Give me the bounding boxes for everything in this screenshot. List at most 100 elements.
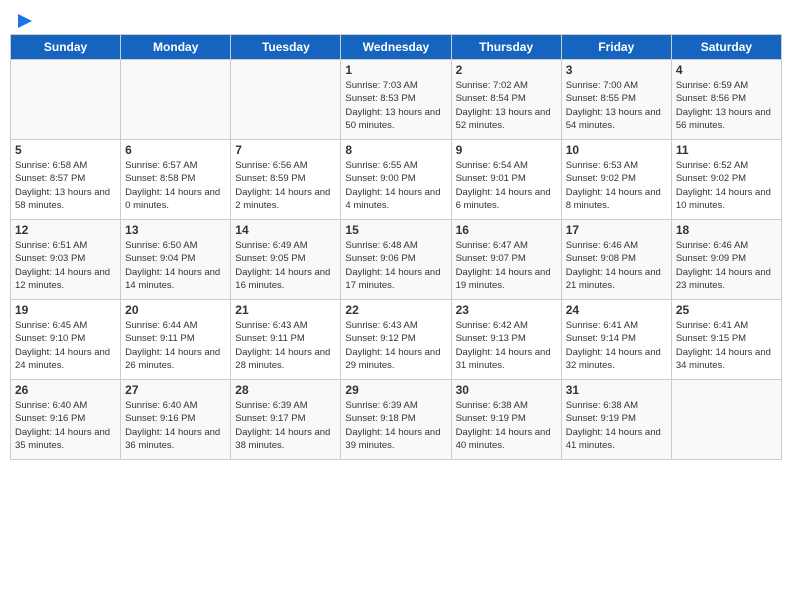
calendar-cell bbox=[671, 380, 781, 460]
day-info: Sunrise: 6:46 AM Sunset: 9:08 PM Dayligh… bbox=[566, 239, 667, 292]
calendar-cell: 7 Sunrise: 6:56 AM Sunset: 8:59 PM Daylig… bbox=[231, 140, 341, 220]
calendar-table: SundayMondayTuesdayWednesdayThursdayFrid… bbox=[10, 34, 782, 460]
calendar-cell: 24 Sunrise: 6:41 AM Sunset: 9:14 PM Dayli… bbox=[561, 300, 671, 380]
day-info: Sunrise: 6:45 AM Sunset: 9:10 PM Dayligh… bbox=[15, 319, 116, 372]
day-of-week-header: Sunday bbox=[11, 35, 121, 60]
calendar-cell: 10Sunrise: 6:53 AM Sunset: 9:02 PM Dayli… bbox=[561, 140, 671, 220]
calendar-cell: 23Sunrise: 6:42 AM Sunset: 9:13 PM Dayli… bbox=[451, 300, 561, 380]
day-info: Sunrise: 6:46 AM Sunset: 9:09 PM Dayligh… bbox=[676, 239, 777, 292]
day-number: 18 bbox=[676, 223, 777, 237]
day-of-week-header: Wednesday bbox=[341, 35, 451, 60]
day-of-week-header: Thursday bbox=[451, 35, 561, 60]
day-number: 31 bbox=[566, 383, 667, 397]
calendar-cell bbox=[11, 60, 121, 140]
calendar-cell: 18 Sunrise: 6:46 AM Sunset: 9:09 PM Dayli… bbox=[671, 220, 781, 300]
calendar-cell: 11 Sunrise: 6:52 AM Sunset: 9:02 PM Dayli… bbox=[671, 140, 781, 220]
calendar-cell: 3 Sunrise: 7:00 AM Sunset: 8:55 PM Daylig… bbox=[561, 60, 671, 140]
logo bbox=[14, 10, 34, 26]
day-number: 13 bbox=[125, 223, 226, 237]
day-info: Sunrise: 6:38 AM Sunset: 9:19 PM Dayligh… bbox=[566, 399, 667, 452]
calendar-cell: 16 Sunrise: 6:47 AM Sunset: 9:07 PM Dayli… bbox=[451, 220, 561, 300]
day-number: 11 bbox=[676, 143, 777, 157]
calendar-cell: 12 Sunrise: 6:51 AM Sunset: 9:03 PM Dayli… bbox=[11, 220, 121, 300]
day-info: Sunrise: 6:48 AM Sunset: 9:06 PM Dayligh… bbox=[345, 239, 446, 292]
calendar-week-row: 12 Sunrise: 6:51 AM Sunset: 9:03 PM Dayli… bbox=[11, 220, 782, 300]
calendar-cell bbox=[231, 60, 341, 140]
calendar-week-row: 1 Sunrise: 7:03 AM Sunset: 8:53 PM Daylig… bbox=[11, 60, 782, 140]
day-info: Sunrise: 6:40 AM Sunset: 9:16 PM Dayligh… bbox=[15, 399, 116, 452]
calendar-cell: 31 Sunrise: 6:38 AM Sunset: 9:19 PM Dayli… bbox=[561, 380, 671, 460]
day-info: Sunrise: 7:02 AM Sunset: 8:54 PM Dayligh… bbox=[456, 79, 557, 132]
day-number: 22 bbox=[345, 303, 446, 317]
day-number: 3 bbox=[566, 63, 667, 77]
day-number: 28 bbox=[235, 383, 336, 397]
day-number: 16 bbox=[456, 223, 557, 237]
calendar-header-row: SundayMondayTuesdayWednesdayThursdayFrid… bbox=[11, 35, 782, 60]
day-info: Sunrise: 6:49 AM Sunset: 9:05 PM Dayligh… bbox=[235, 239, 336, 292]
day-info: Sunrise: 6:50 AM Sunset: 9:04 PM Dayligh… bbox=[125, 239, 226, 292]
calendar-cell: 9 Sunrise: 6:54 AM Sunset: 9:01 PM Daylig… bbox=[451, 140, 561, 220]
calendar-cell: 17 Sunrise: 6:46 AM Sunset: 9:08 PM Dayli… bbox=[561, 220, 671, 300]
logo-arrow-icon bbox=[16, 12, 34, 30]
day-number: 9 bbox=[456, 143, 557, 157]
day-number: 25 bbox=[676, 303, 777, 317]
day-info: Sunrise: 6:56 AM Sunset: 8:59 PM Dayligh… bbox=[235, 159, 336, 212]
day-info: Sunrise: 6:58 AM Sunset: 8:57 PM Dayligh… bbox=[15, 159, 116, 212]
calendar-week-row: 19Sunrise: 6:45 AM Sunset: 9:10 PM Dayli… bbox=[11, 300, 782, 380]
calendar-cell: 28 Sunrise: 6:39 AM Sunset: 9:17 PM Dayli… bbox=[231, 380, 341, 460]
day-number: 20 bbox=[125, 303, 226, 317]
day-number: 8 bbox=[345, 143, 446, 157]
day-number: 7 bbox=[235, 143, 336, 157]
calendar-week-row: 5 Sunrise: 6:58 AM Sunset: 8:57 PM Daylig… bbox=[11, 140, 782, 220]
day-of-week-header: Saturday bbox=[671, 35, 781, 60]
day-number: 17 bbox=[566, 223, 667, 237]
calendar-cell: 5 Sunrise: 6:58 AM Sunset: 8:57 PM Daylig… bbox=[11, 140, 121, 220]
calendar-cell: 13 Sunrise: 6:50 AM Sunset: 9:04 PM Dayli… bbox=[121, 220, 231, 300]
calendar-week-row: 26 Sunrise: 6:40 AM Sunset: 9:16 PM Dayli… bbox=[11, 380, 782, 460]
day-number: 27 bbox=[125, 383, 226, 397]
calendar-cell: 25 Sunrise: 6:41 AM Sunset: 9:15 PM Dayli… bbox=[671, 300, 781, 380]
calendar-cell: 22 Sunrise: 6:43 AM Sunset: 9:12 PM Dayli… bbox=[341, 300, 451, 380]
day-number: 1 bbox=[345, 63, 446, 77]
calendar-cell: 20Sunrise: 6:44 AM Sunset: 9:11 PM Dayli… bbox=[121, 300, 231, 380]
day-of-week-header: Monday bbox=[121, 35, 231, 60]
day-info: Sunrise: 6:39 AM Sunset: 9:17 PM Dayligh… bbox=[235, 399, 336, 452]
calendar-cell: 27 Sunrise: 6:40 AM Sunset: 9:16 PM Dayli… bbox=[121, 380, 231, 460]
calendar-cell: 21 Sunrise: 6:43 AM Sunset: 9:11 PM Dayli… bbox=[231, 300, 341, 380]
day-info: Sunrise: 6:52 AM Sunset: 9:02 PM Dayligh… bbox=[676, 159, 777, 212]
day-info: Sunrise: 6:54 AM Sunset: 9:01 PM Dayligh… bbox=[456, 159, 557, 212]
day-number: 29 bbox=[345, 383, 446, 397]
calendar-cell: 6Sunrise: 6:57 AM Sunset: 8:58 PM Daylig… bbox=[121, 140, 231, 220]
day-info: Sunrise: 6:41 AM Sunset: 9:14 PM Dayligh… bbox=[566, 319, 667, 372]
day-number: 15 bbox=[345, 223, 446, 237]
day-number: 4 bbox=[676, 63, 777, 77]
day-info: Sunrise: 6:38 AM Sunset: 9:19 PM Dayligh… bbox=[456, 399, 557, 452]
calendar-cell: 1 Sunrise: 7:03 AM Sunset: 8:53 PM Daylig… bbox=[341, 60, 451, 140]
day-info: Sunrise: 6:47 AM Sunset: 9:07 PM Dayligh… bbox=[456, 239, 557, 292]
day-number: 10 bbox=[566, 143, 667, 157]
page-header bbox=[10, 10, 782, 26]
day-number: 14 bbox=[235, 223, 336, 237]
day-number: 2 bbox=[456, 63, 557, 77]
day-number: 21 bbox=[235, 303, 336, 317]
day-info: Sunrise: 6:55 AM Sunset: 9:00 PM Dayligh… bbox=[345, 159, 446, 212]
day-info: Sunrise: 6:51 AM Sunset: 9:03 PM Dayligh… bbox=[15, 239, 116, 292]
day-info: Sunrise: 6:43 AM Sunset: 9:12 PM Dayligh… bbox=[345, 319, 446, 372]
calendar-cell: 26 Sunrise: 6:40 AM Sunset: 9:16 PM Dayli… bbox=[11, 380, 121, 460]
calendar-cell: 14 Sunrise: 6:49 AM Sunset: 9:05 PM Dayli… bbox=[231, 220, 341, 300]
day-info: Sunrise: 6:43 AM Sunset: 9:11 PM Dayligh… bbox=[235, 319, 336, 372]
day-info: Sunrise: 6:42 AM Sunset: 9:13 PM Dayligh… bbox=[456, 319, 557, 372]
calendar-cell: 15 Sunrise: 6:48 AM Sunset: 9:06 PM Dayli… bbox=[341, 220, 451, 300]
day-number: 26 bbox=[15, 383, 116, 397]
day-info: Sunrise: 6:59 AM Sunset: 8:56 PM Dayligh… bbox=[676, 79, 777, 132]
day-info: Sunrise: 6:40 AM Sunset: 9:16 PM Dayligh… bbox=[125, 399, 226, 452]
calendar-cell: 19Sunrise: 6:45 AM Sunset: 9:10 PM Dayli… bbox=[11, 300, 121, 380]
day-number: 24 bbox=[566, 303, 667, 317]
calendar-cell: 30Sunrise: 6:38 AM Sunset: 9:19 PM Dayli… bbox=[451, 380, 561, 460]
day-info: Sunrise: 7:03 AM Sunset: 8:53 PM Dayligh… bbox=[345, 79, 446, 132]
day-number: 5 bbox=[15, 143, 116, 157]
day-number: 12 bbox=[15, 223, 116, 237]
calendar-cell: 2 Sunrise: 7:02 AM Sunset: 8:54 PM Daylig… bbox=[451, 60, 561, 140]
day-info: Sunrise: 7:00 AM Sunset: 8:55 PM Dayligh… bbox=[566, 79, 667, 132]
day-info: Sunrise: 6:41 AM Sunset: 9:15 PM Dayligh… bbox=[676, 319, 777, 372]
